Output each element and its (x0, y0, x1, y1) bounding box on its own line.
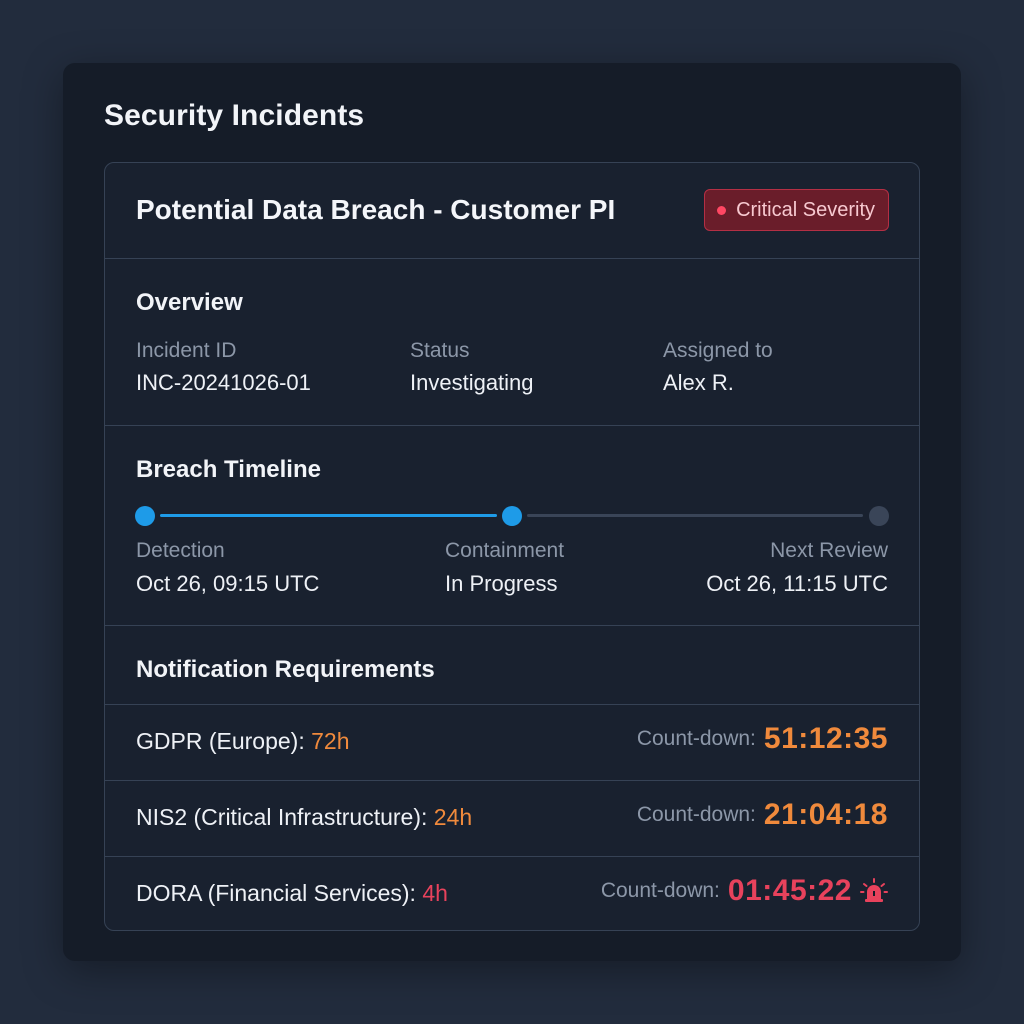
overview-section: Overview Incident ID INC-20241026-01 Sta… (105, 259, 919, 426)
status-label: Status (410, 339, 470, 362)
timeline-track-pending (527, 514, 863, 517)
containment-value: In Progress (445, 571, 558, 596)
requirement-name: NIS2 (Critical Infrastructure): (136, 804, 434, 830)
timeline-node-containment[interactable] (502, 506, 522, 526)
overview-title: Overview (136, 289, 243, 316)
requirement-name: DORA (Financial Services): (136, 880, 423, 906)
next-review-value: Oct 26, 11:15 UTC (706, 571, 888, 596)
requirement-row-gdpr[interactable]: GDPR (Europe): 72h Count-down: 51:12:35 (105, 705, 919, 781)
severity-label: Critical Severity (736, 198, 875, 221)
countdown-label: Count-down: (636, 727, 756, 750)
requirement-label: DORA (Financial Services): 4h (136, 880, 448, 907)
incident-header: Potential Data Breach - Customer PI Crit… (105, 163, 919, 259)
assigned-value: Alex R. (663, 370, 734, 395)
timeline-track-complete (160, 514, 497, 517)
incidents-panel: Security Incidents Potential Data Breach… (63, 63, 961, 961)
timeline-title: Breach Timeline (136, 456, 321, 483)
alarm-icon (860, 878, 888, 902)
containment-label: Containment (445, 539, 565, 562)
countdown-time: 01:45:22 (727, 874, 852, 907)
timeline-node-detection[interactable] (135, 506, 155, 526)
requirement-hours: 24h (433, 804, 473, 830)
detection-value: Oct 26, 09:15 UTC (136, 571, 320, 596)
severity-dot-icon (717, 205, 727, 215)
severity-badge: Critical Severity (704, 189, 889, 231)
requirement-label: GDPR (Europe): 72h (136, 728, 349, 755)
countdown: Count-down: 21:04:18 (637, 798, 888, 832)
status-value: Investigating (410, 370, 534, 395)
notification-section: Notification Requirements (105, 626, 919, 705)
incident-id-value: INC-20241026-01 (136, 370, 311, 395)
detection-label: Detection (136, 539, 225, 562)
timeline-node-next-review[interactable] (869, 506, 889, 526)
countdown: Count-down: 01:45:22 (601, 874, 888, 908)
assigned-label: Assigned to (663, 339, 773, 362)
incident-id-label: Incident ID (136, 339, 237, 362)
requirement-label: NIS2 (Critical Infrastructure): 24h (136, 804, 472, 831)
countdown: Count-down: 51:12:35 (637, 722, 888, 756)
notification-title: Notification Requirements (136, 656, 435, 683)
panel-title: Security Incidents (104, 99, 365, 132)
countdown-label: Count-down: (600, 879, 720, 902)
timeline-section: Breach Timeline Detection Oct 26, 09:15 … (105, 426, 919, 626)
countdown-time: 21:04:18 (763, 798, 888, 831)
countdown-label: Count-down: (636, 803, 756, 826)
requirement-name: GDPR (Europe): (136, 728, 312, 754)
incident-card[interactable]: Potential Data Breach - Customer PI Crit… (104, 162, 920, 931)
requirement-row-nis2[interactable]: NIS2 (Critical Infrastructure): 24h Coun… (105, 781, 919, 857)
incident-title: Potential Data Breach - Customer PI (136, 194, 616, 225)
requirement-row-dora[interactable]: DORA (Financial Services): 4h Count-down… (105, 857, 919, 930)
requirement-hours: 4h (422, 880, 448, 906)
requirement-hours: 72h (311, 728, 350, 754)
next-review-label: Next Review (770, 539, 888, 562)
countdown-time: 51:12:35 (763, 722, 888, 755)
